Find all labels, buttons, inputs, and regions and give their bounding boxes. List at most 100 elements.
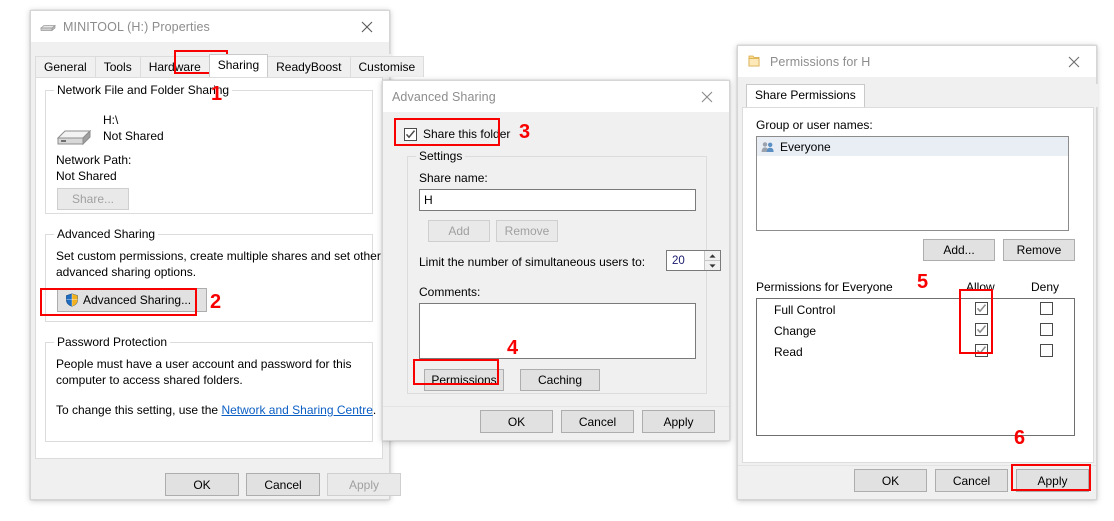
advanced-sharing-button[interactable]: Advanced Sharing... (57, 288, 207, 312)
tab-customise-label: Customise (358, 60, 416, 74)
table-row[interactable]: Full Control (757, 299, 1074, 320)
share-this-folder-label: Share this folder (423, 127, 511, 141)
permissions-table-rows: Full Control Change Read (757, 299, 1074, 362)
advanced-sharing-ok-button[interactable]: OK (480, 410, 553, 433)
allow-checkbox[interactable] (975, 344, 988, 357)
spin-down-icon[interactable] (705, 260, 720, 270)
properties-apply-button[interactable]: Apply (327, 473, 401, 496)
permissions-apply-button[interactable]: Apply (1016, 469, 1089, 492)
permissions-ok-button[interactable]: OK (854, 469, 927, 492)
close-icon[interactable] (345, 11, 389, 42)
annotation-marker-3-text: 3 (519, 121, 531, 143)
permissions-table-header-label: Permissions for Everyone (756, 280, 893, 294)
password-protection-group: Password Protection People must have a u… (45, 335, 377, 442)
advanced-sharing-ok-label: OK (507, 414, 526, 429)
tab-share-permissions[interactable]: Share Permissions (746, 84, 865, 107)
group-user-listbox[interactable]: Everyone (756, 136, 1069, 231)
advanced-sharing-button-label: Advanced Sharing... (83, 293, 192, 307)
tab-tools-label: Tools (103, 60, 132, 74)
annotation-marker-3: 3 (519, 122, 530, 142)
network-sharing-centre-link[interactable]: Network and Sharing Centre (221, 403, 372, 417)
network-path-label: Network Path: (56, 153, 132, 167)
remove-share-label: Remove (504, 224, 550, 238)
tab-tools[interactable]: Tools (94, 56, 141, 77)
tab-customise[interactable]: Customise (349, 56, 425, 77)
tab-general[interactable]: General (35, 56, 96, 77)
limit-users-spin-buttons[interactable] (704, 251, 720, 270)
share-name-input[interactable]: H (419, 189, 696, 211)
permissions-add-button[interactable]: Add... (923, 239, 995, 261)
list-item-label: Everyone (780, 139, 831, 154)
close-icon[interactable] (685, 81, 729, 112)
permissions-add-label: Add... (943, 243, 975, 257)
tab-general-label: General (44, 60, 87, 74)
permissions-tabstrip[interactable]: Share Permissions (738, 84, 1098, 107)
properties-cancel-button[interactable]: Cancel (246, 473, 320, 496)
tab-sharing-label: Sharing (217, 58, 260, 72)
annotation-marker-1: 1 (211, 84, 222, 104)
advanced-sharing-group-label: Advanced Sharing (54, 227, 159, 241)
permissions-cancel-button[interactable]: Cancel (935, 469, 1008, 492)
share-name-label: Share name: (419, 171, 488, 185)
share-button[interactable]: Share... (57, 188, 129, 210)
deny-column-header: Deny (1031, 280, 1060, 294)
remove-share-button[interactable]: Remove (496, 220, 558, 242)
drive-icon (40, 19, 56, 35)
settings-group-label: Settings (416, 149, 466, 163)
advanced-sharing-group: Advanced Sharing Set custom permissions,… (45, 227, 381, 322)
share-this-folder-check-icon (404, 127, 417, 141)
properties-ok-label: OK (193, 477, 211, 492)
deny-checkbox[interactable] (1040, 302, 1053, 315)
annotation-marker-6-text: 6 (1014, 427, 1026, 449)
list-item[interactable]: Everyone (757, 137, 1068, 156)
limit-users-value: 20 (672, 254, 685, 267)
advanced-sharing-cancel-button[interactable]: Cancel (561, 410, 634, 433)
tab-sharing[interactable]: Sharing (208, 54, 269, 77)
hard-drive-icon (56, 124, 92, 153)
tab-share-permissions-label: Share Permissions (755, 88, 856, 102)
advanced-sharing-apply-button[interactable]: Apply (642, 410, 715, 433)
advanced-sharing-window: Advanced Sharing Share this folder Setti… (382, 80, 730, 441)
allow-checkbox[interactable] (975, 323, 988, 336)
advanced-sharing-desc-line2: advanced sharing options. (56, 265, 197, 279)
share-name-value: H (424, 193, 433, 207)
sharing-tab-page: Network File and Folder Sharing H:\ Not … (35, 77, 383, 459)
annotation-marker-1-text: 1 (211, 83, 223, 105)
add-share-label: Add (448, 224, 470, 238)
folder-icon (747, 54, 763, 70)
permission-name: Change (774, 324, 817, 338)
password-protection-group-label: Password Protection (54, 335, 171, 349)
properties-ok-button[interactable]: OK (165, 473, 239, 496)
allow-checkbox[interactable] (975, 302, 988, 315)
close-icon[interactable] (1052, 46, 1096, 77)
permissions-cancel-label: Cancel (952, 473, 991, 488)
caching-button[interactable]: Caching (520, 369, 600, 391)
permissions-titlebar: Permissions for H (738, 46, 1096, 77)
add-share-button[interactable]: Add (428, 220, 490, 242)
tab-readyboost[interactable]: ReadyBoost (267, 56, 351, 77)
properties-title-text: MINITOOL (H:) Properties (63, 19, 210, 34)
uac-shield-icon (65, 293, 79, 307)
tab-hardware[interactable]: Hardware (139, 56, 210, 77)
share-this-folder-checkbox[interactable]: Share this folder (404, 127, 510, 141)
permissions-remove-button[interactable]: Remove (1003, 239, 1075, 261)
table-row[interactable]: Change (757, 320, 1074, 341)
deny-checkbox[interactable] (1040, 323, 1053, 336)
permission-name: Full Control (774, 303, 836, 317)
network-sharing-group-label: Network File and Folder Sharing (54, 83, 233, 97)
group-or-user-names-label: Group or user names: (756, 118, 873, 132)
deny-checkbox[interactable] (1040, 344, 1053, 357)
spin-up-icon[interactable] (705, 251, 720, 260)
advanced-sharing-apply-label: Apply (663, 414, 694, 429)
properties-tabstrip[interactable]: General Tools Hardware Sharing ReadyBoos… (31, 54, 425, 77)
permissions-button[interactable]: Permissions (424, 369, 504, 391)
network-path-value: Not Shared (56, 169, 117, 183)
annotation-marker-5-text: 5 (917, 271, 929, 293)
comments-input[interactable] (419, 303, 696, 359)
password-protection-footer-suffix: . (372, 403, 377, 417)
share-button-label: Share... (71, 192, 115, 206)
limit-users-stepper[interactable]: 20 (666, 250, 721, 271)
permissions-ok-label: OK (881, 473, 900, 488)
users-group-icon (761, 141, 775, 153)
table-row[interactable]: Read (757, 341, 1074, 362)
